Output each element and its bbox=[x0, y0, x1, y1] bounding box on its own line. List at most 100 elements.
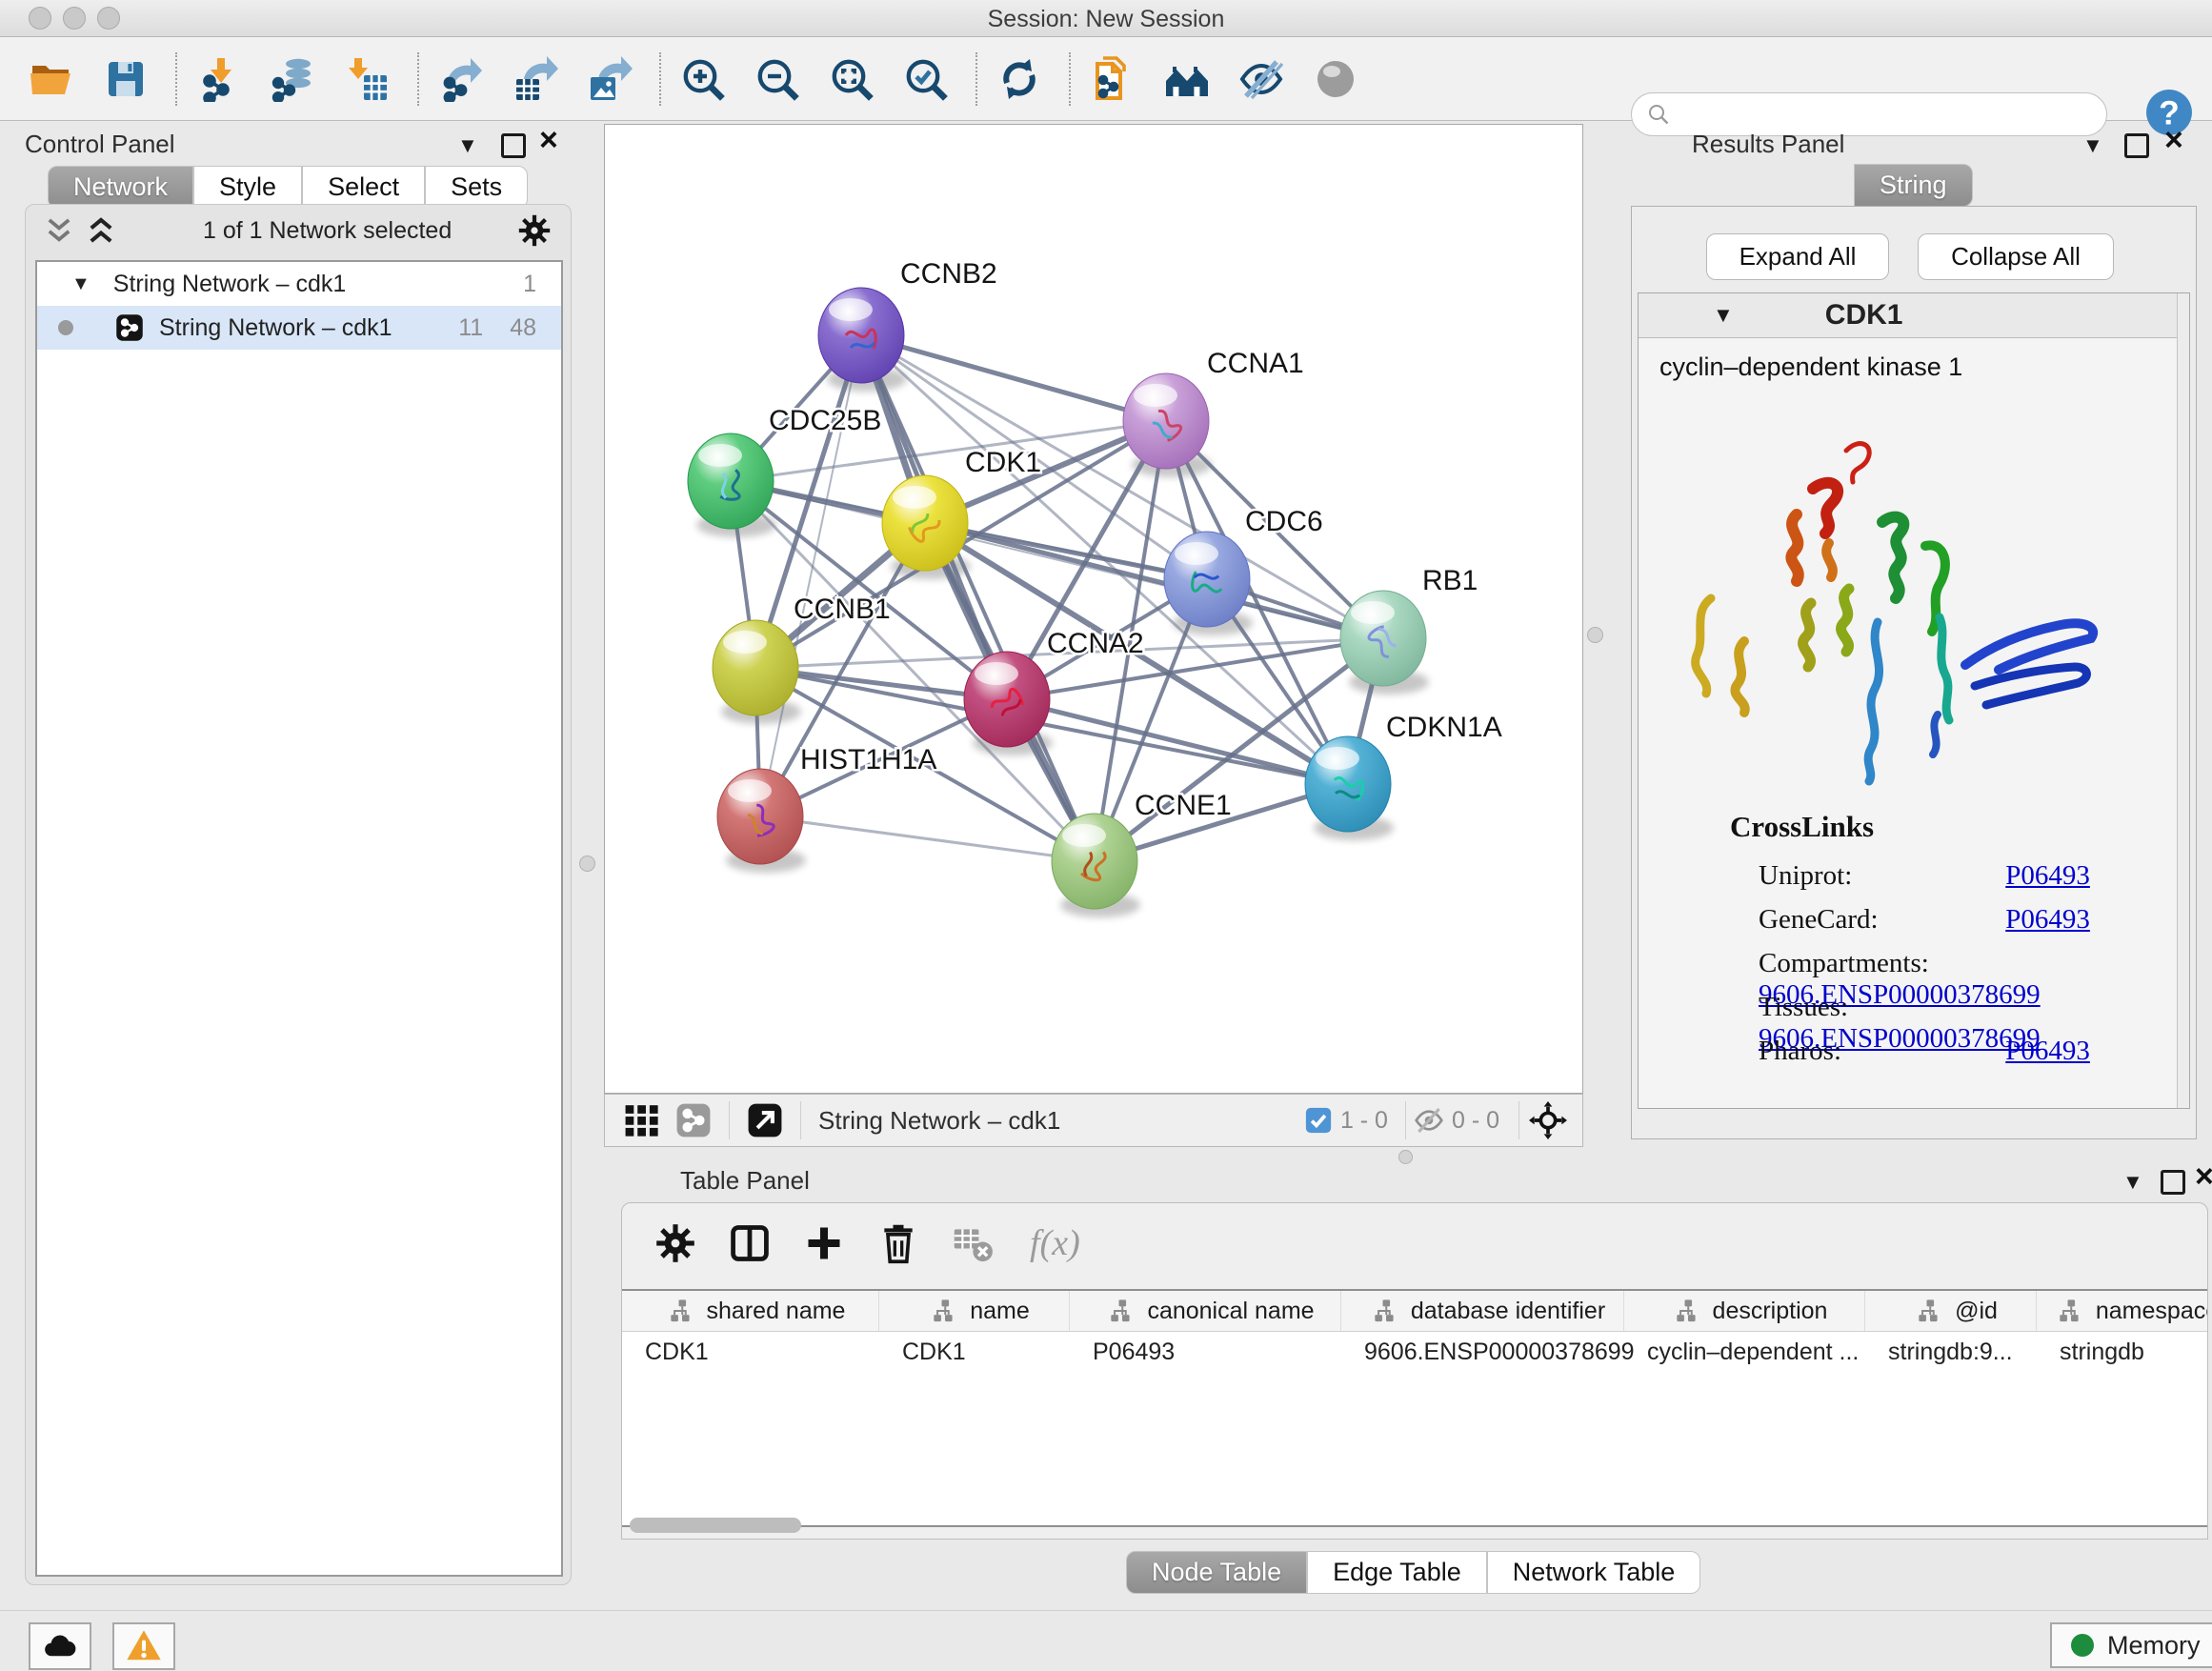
share-document-button[interactable] bbox=[1086, 52, 1139, 106]
network-node-HIST1H1A[interactable] bbox=[717, 769, 803, 864]
delete-column-button[interactable] bbox=[872, 1217, 925, 1270]
table-horizontal-scrollbar[interactable] bbox=[628, 1518, 2200, 1535]
tab-select[interactable]: Select bbox=[302, 166, 425, 209]
close-panel-icon[interactable]: × bbox=[2195, 1164, 2212, 1189]
float-panel-icon[interactable] bbox=[501, 133, 526, 158]
import-table-button[interactable] bbox=[341, 52, 394, 106]
network-node-CDC25B[interactable] bbox=[688, 433, 774, 529]
float-panel-icon[interactable] bbox=[2124, 133, 2149, 158]
add-column-button[interactable] bbox=[797, 1217, 851, 1270]
annotation-mode-icon[interactable] bbox=[675, 1102, 712, 1138]
tab-network-table[interactable]: Network Table bbox=[1487, 1551, 1701, 1594]
table-cell[interactable]: 9606.ENSP00000378699 bbox=[1341, 1332, 1624, 1372]
panel-menu-icon[interactable]: ▼ bbox=[2122, 1170, 2143, 1195]
network-tree-row[interactable]: ▼ String Network – cdk1 1 bbox=[37, 262, 561, 306]
crosslink-link[interactable]: P06493 bbox=[2005, 904, 2090, 935]
zoom-selected-button[interactable] bbox=[899, 52, 953, 106]
column-header-name[interactable]: name bbox=[879, 1291, 1070, 1331]
network-node-CCNB2[interactable] bbox=[818, 288, 904, 383]
export-network-button[interactable] bbox=[434, 52, 488, 106]
network-edge[interactable] bbox=[760, 816, 1095, 861]
column-header-shared-name[interactable]: shared name bbox=[622, 1291, 879, 1331]
preview-button[interactable] bbox=[1309, 52, 1362, 106]
crosslink-link[interactable]: P06493 bbox=[2005, 860, 2090, 891]
tab-node-table[interactable]: Node Table bbox=[1126, 1551, 1307, 1594]
column-header-canonical-name[interactable]: canonical name bbox=[1070, 1291, 1341, 1331]
import-network-button[interactable] bbox=[192, 52, 246, 106]
expand-all-button[interactable]: Expand All bbox=[1706, 233, 1889, 280]
zoom-out-button[interactable] bbox=[751, 52, 804, 106]
tab-string[interactable]: String bbox=[1854, 164, 1973, 207]
tab-network[interactable]: Network bbox=[48, 166, 193, 209]
network-node-CCNA2[interactable] bbox=[964, 652, 1050, 747]
table-cell[interactable]: CDK1 bbox=[879, 1332, 1070, 1372]
refresh-layout-button[interactable] bbox=[993, 52, 1046, 106]
zoom-fit-button[interactable] bbox=[825, 52, 878, 106]
crosslink-label: Compartments: bbox=[1759, 948, 1999, 979]
export-table-button[interactable] bbox=[509, 52, 562, 106]
column-header-id[interactable]: @id bbox=[1865, 1291, 2037, 1331]
panel-menu-icon[interactable]: ▼ bbox=[457, 133, 478, 158]
memory-label: Memory bbox=[2107, 1631, 2201, 1661]
network-node-CDKN1A[interactable] bbox=[1305, 736, 1391, 832]
table-cell[interactable]: stringdb:9... bbox=[1865, 1332, 2037, 1372]
collapse-section-icon[interactable]: ▼ bbox=[1713, 303, 1734, 328]
hidden-eye-icon[interactable] bbox=[1414, 1105, 1444, 1136]
birdseye-view-icon[interactable] bbox=[624, 1102, 660, 1138]
right-splitter-handle[interactable] bbox=[1587, 627, 1603, 643]
tab-sets[interactable]: Sets bbox=[425, 166, 528, 209]
network-edge[interactable] bbox=[861, 335, 1095, 861]
column-header-namespace[interactable]: namespace bbox=[2037, 1291, 2207, 1331]
left-splitter-handle[interactable] bbox=[579, 856, 595, 872]
crosslink-link[interactable]: P06493 bbox=[2005, 1036, 2090, 1066]
cloud-status-button[interactable] bbox=[29, 1622, 91, 1670]
network-node-RB1[interactable] bbox=[1340, 591, 1426, 686]
search-input[interactable] bbox=[1679, 100, 2083, 129]
table-cell[interactable]: cyclin–dependent ... bbox=[1624, 1332, 1865, 1372]
table-row[interactable]: CDK1CDK1P064939606.ENSP00000378699cyclin… bbox=[622, 1332, 2207, 1372]
selected-checkbox-icon[interactable] bbox=[1304, 1106, 1333, 1135]
close-panel-icon[interactable]: × bbox=[2164, 128, 2183, 152]
status-bar: Memory bbox=[0, 1610, 2212, 1671]
function-builder-button[interactable]: f(x) bbox=[1030, 1222, 1080, 1264]
scrollbar-thumb[interactable] bbox=[630, 1518, 801, 1533]
expand-all-icon[interactable] bbox=[85, 214, 117, 247]
memory-button[interactable]: Memory bbox=[2050, 1622, 2212, 1668]
open-session-button[interactable] bbox=[25, 52, 78, 106]
tab-edge-table[interactable]: Edge Table bbox=[1307, 1551, 1487, 1594]
network-tree-row[interactable]: String Network – cdk1 11 48 bbox=[37, 306, 561, 350]
gear-icon[interactable] bbox=[517, 213, 552, 248]
float-panel-icon[interactable] bbox=[2161, 1170, 2185, 1195]
warnings-button[interactable] bbox=[112, 1622, 175, 1670]
move-crosshair-icon[interactable] bbox=[1529, 1101, 1567, 1139]
tab-style[interactable]: Style bbox=[193, 166, 302, 209]
table-cell[interactable]: CDK1 bbox=[622, 1332, 879, 1372]
panel-menu-icon[interactable]: ▼ bbox=[2082, 133, 2103, 158]
toggle-panes-button[interactable] bbox=[723, 1217, 776, 1270]
collapse-node-icon[interactable]: ▼ bbox=[71, 273, 90, 295]
gene-section-header[interactable]: ▼ CDK1 bbox=[1639, 293, 2189, 338]
detach-view-icon[interactable] bbox=[747, 1102, 783, 1138]
table-cell[interactable]: P06493 bbox=[1070, 1332, 1341, 1372]
collapse-all-icon[interactable] bbox=[43, 214, 75, 247]
table-settings-button[interactable] bbox=[649, 1217, 702, 1270]
collapse-all-button[interactable]: Collapse All bbox=[1918, 233, 2114, 280]
network-node-CCNB1[interactable] bbox=[713, 620, 798, 715]
export-image-button[interactable] bbox=[583, 52, 636, 106]
table-cell[interactable]: stringdb bbox=[2037, 1332, 2207, 1372]
hide-selected-button[interactable] bbox=[1235, 52, 1288, 106]
column-header-description[interactable]: description bbox=[1624, 1291, 1865, 1331]
results-scrollbar[interactable] bbox=[2177, 293, 2189, 1108]
network-node-CDC6[interactable] bbox=[1164, 532, 1250, 627]
network-node-CDK1[interactable] bbox=[882, 475, 968, 571]
network-node-CCNA1[interactable] bbox=[1123, 373, 1209, 469]
close-panel-icon[interactable]: × bbox=[539, 128, 558, 152]
import-database-button[interactable] bbox=[267, 52, 320, 106]
column-header-database-identifier[interactable]: database identifier bbox=[1341, 1291, 1624, 1331]
delete-table-button[interactable] bbox=[946, 1217, 999, 1270]
network-canvas[interactable]: CCNB2CCNA1CDC25BCDK1CDC6RB1CCNB1CCNA2CDK… bbox=[604, 124, 1583, 1094]
save-session-button[interactable] bbox=[99, 52, 152, 106]
string-home-button[interactable] bbox=[1160, 52, 1214, 106]
zoom-in-button[interactable] bbox=[676, 52, 730, 106]
network-node-CCNE1[interactable] bbox=[1052, 814, 1137, 909]
